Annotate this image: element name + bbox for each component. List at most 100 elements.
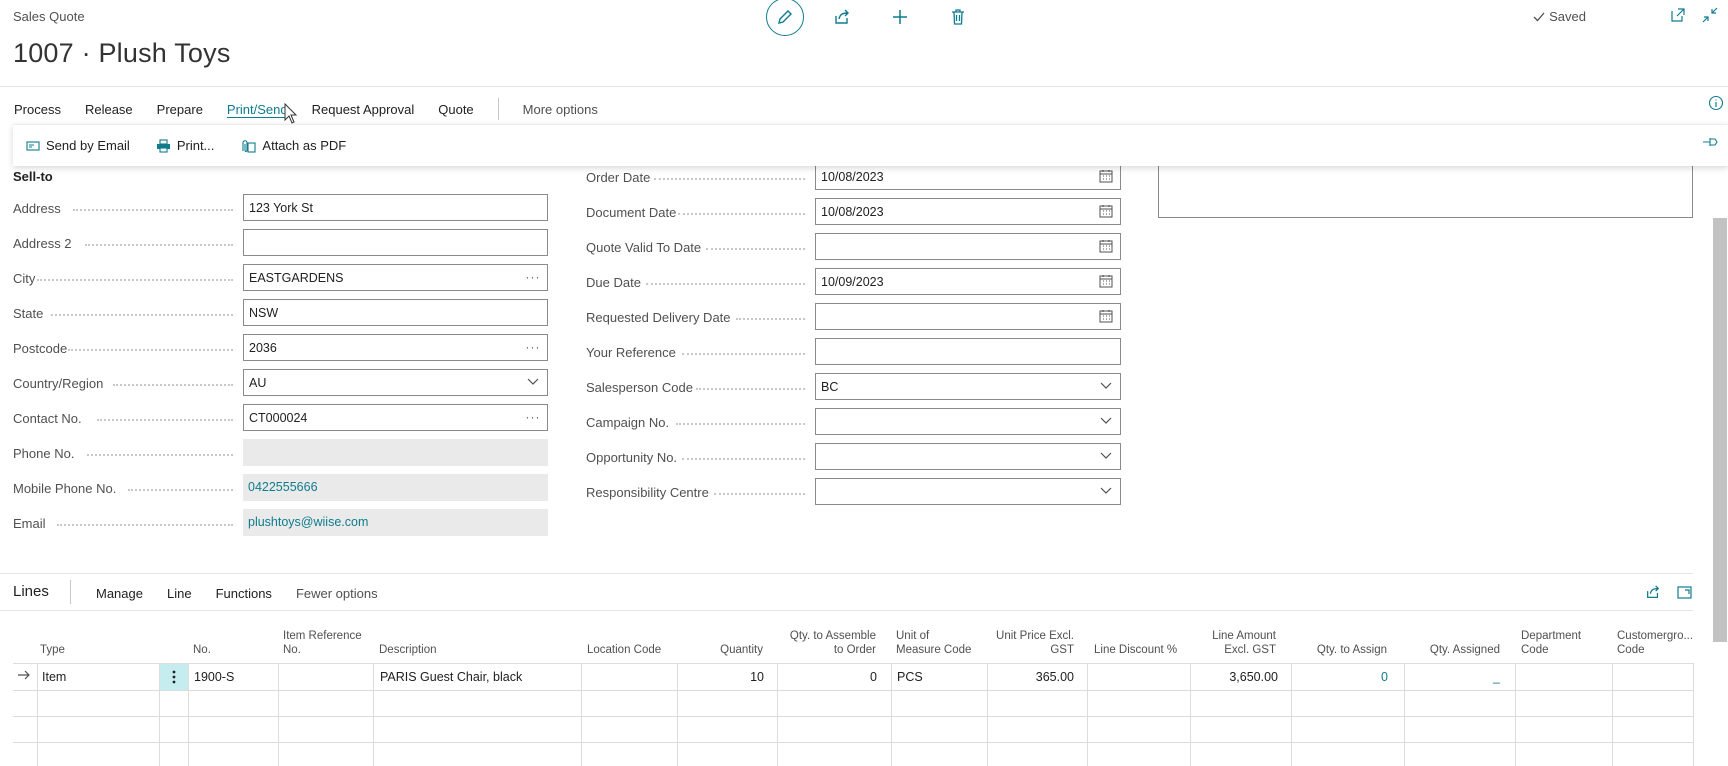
address-2-field[interactable] (243, 229, 548, 256)
lines-functions-button[interactable]: Functions (216, 586, 272, 601)
requested-delivery-date-field[interactable] (815, 303, 1121, 330)
print-button[interactable]: Print... (156, 138, 214, 153)
ellipsis-icon[interactable]: ··· (526, 271, 541, 283)
campaign-no-field[interactable] (815, 408, 1121, 435)
delete-button[interactable] (946, 5, 970, 29)
column-header-line2: GST (1050, 644, 1074, 656)
responsibility-centre-field[interactable] (815, 478, 1121, 505)
cell-description[interactable]: PARIS Guest Chair, black (380, 670, 575, 684)
info-icon[interactable] (1708, 95, 1724, 111)
chevron-down-icon[interactable] (527, 378, 539, 386)
field-label: City (13, 271, 36, 286)
opportunity-no-field[interactable] (815, 443, 1121, 470)
lines-manage-button[interactable]: Manage (96, 586, 143, 601)
calendar-icon[interactable] (1099, 309, 1113, 323)
column-header[interactable]: Line Discount % (1094, 629, 1190, 657)
cell-quantity[interactable]: 10 (677, 670, 764, 684)
salesperson-code-field[interactable]: BC (815, 373, 1121, 400)
cell-uom[interactable]: PCS (897, 670, 987, 684)
edit-button[interactable] (766, 0, 804, 36)
field-label: Address (13, 201, 61, 216)
pin-icon[interactable] (1702, 136, 1718, 148)
action-process[interactable]: Process (14, 102, 61, 117)
column-header[interactable]: Unit Price Excl. GST (992, 629, 1074, 657)
current-row-arrow-icon (17, 669, 31, 684)
contact-no-field[interactable]: CT000024 ··· (243, 404, 548, 431)
column-header[interactable]: Qty. Assigned (1404, 629, 1500, 657)
cell-no[interactable]: 1900-S (194, 670, 274, 684)
chevron-down-icon[interactable] (1100, 382, 1112, 390)
address-value: 123 York St (249, 201, 313, 215)
work-description-box[interactable] (1158, 166, 1693, 218)
calendar-icon[interactable] (1099, 204, 1113, 218)
share-icon[interactable] (1645, 584, 1661, 600)
label-leader-dots (57, 524, 233, 526)
column-header[interactable]: Department Code (1521, 629, 1611, 657)
mobile-phone-no-field[interactable]: 0422555666 (243, 474, 548, 501)
column-header[interactable]: Quantity (677, 629, 763, 657)
send-by-email-button[interactable]: Send by Email (26, 138, 130, 153)
salesperson-code-value: BC (821, 380, 839, 394)
column-header[interactable]: Location Code (587, 629, 677, 657)
cell-type[interactable]: Item (42, 670, 152, 684)
more-options-button[interactable]: More options (523, 102, 598, 117)
column-header-line1: Qty. to Assemble (789, 630, 876, 642)
ellipsis-icon[interactable]: ··· (526, 341, 541, 353)
action-separator (497, 98, 499, 120)
cell-qty-assigned[interactable]: _ (1404, 670, 1500, 684)
email-field[interactable]: plushtoys@wiise.com (243, 509, 548, 536)
action-prepare[interactable]: Prepare (157, 102, 203, 117)
city-field[interactable]: EASTGARDENS ··· (243, 264, 548, 291)
phone-no-field[interactable] (243, 439, 548, 466)
column-header[interactable]: Customergro... Code (1617, 629, 1697, 657)
postcode-field[interactable]: 2036 ··· (243, 334, 548, 361)
row-actions-button[interactable] (160, 664, 188, 690)
column-header[interactable]: Description (379, 629, 569, 657)
column-header[interactable]: Unit of Measure Code (896, 629, 996, 657)
cell-line-amount[interactable]: 3,650.00 (1190, 670, 1278, 684)
share-button[interactable] (830, 5, 854, 29)
email-icon (26, 140, 40, 151)
country-region-field[interactable]: AU (243, 369, 548, 396)
cell-unit-price[interactable]: 365.00 (987, 670, 1074, 684)
chevron-down-icon[interactable] (1100, 417, 1112, 425)
open-new-window-icon[interactable] (1670, 7, 1686, 23)
column-header-line2: Qty. Assigned (1429, 644, 1500, 656)
action-print-send[interactable]: Print/Send (227, 102, 288, 117)
column-header-line1 (1404, 629, 1500, 643)
document-date-field[interactable]: 10/08/2023 (815, 198, 1121, 225)
calendar-icon[interactable] (1099, 169, 1113, 183)
quote-valid-to-date-field[interactable] (815, 233, 1121, 260)
calendar-icon[interactable] (1099, 274, 1113, 288)
expand-icon[interactable] (1677, 584, 1693, 600)
state-field[interactable]: NSW (243, 299, 548, 326)
chevron-down-icon[interactable] (1100, 487, 1112, 495)
chevron-down-icon[interactable] (1100, 452, 1112, 460)
column-header[interactable]: Type (40, 629, 150, 657)
lines-line-button[interactable]: Line (167, 586, 192, 601)
column-header[interactable]: Qty. to Assign (1291, 629, 1387, 657)
address-field[interactable]: 123 York St (243, 194, 548, 221)
fewer-options-button[interactable]: Fewer options (296, 586, 378, 601)
cell-qty-assemble[interactable]: 0 (777, 670, 877, 684)
column-header[interactable]: Qty. to Assemble to Order (777, 629, 876, 657)
attach-icon (242, 139, 256, 153)
collapse-icon[interactable] (1702, 7, 1718, 23)
column-header[interactable]: Item Reference No. (283, 629, 368, 657)
your-reference-field[interactable] (815, 338, 1121, 365)
grid-column-line (1693, 663, 1694, 766)
due-date-field[interactable]: 10/09/2023 (815, 268, 1121, 295)
scrollbar-thumb[interactable] (1713, 218, 1727, 642)
field-label: Opportunity No. (586, 450, 678, 465)
ellipsis-icon[interactable]: ··· (526, 411, 541, 423)
action-request-approval[interactable]: Request Approval (312, 102, 415, 117)
column-header[interactable]: Line Amount Excl. GST (1190, 629, 1276, 657)
cell-qty-to-assign[interactable]: 0 (1291, 670, 1388, 684)
order-date-field[interactable]: 10/08/2023 (815, 163, 1121, 190)
attach-as-pdf-button[interactable]: Attach as PDF (240, 138, 346, 153)
column-header[interactable]: No. (193, 629, 273, 657)
action-release[interactable]: Release (85, 102, 133, 117)
calendar-icon[interactable] (1099, 239, 1113, 253)
action-quote[interactable]: Quote (438, 102, 473, 117)
add-button[interactable] (888, 5, 912, 29)
